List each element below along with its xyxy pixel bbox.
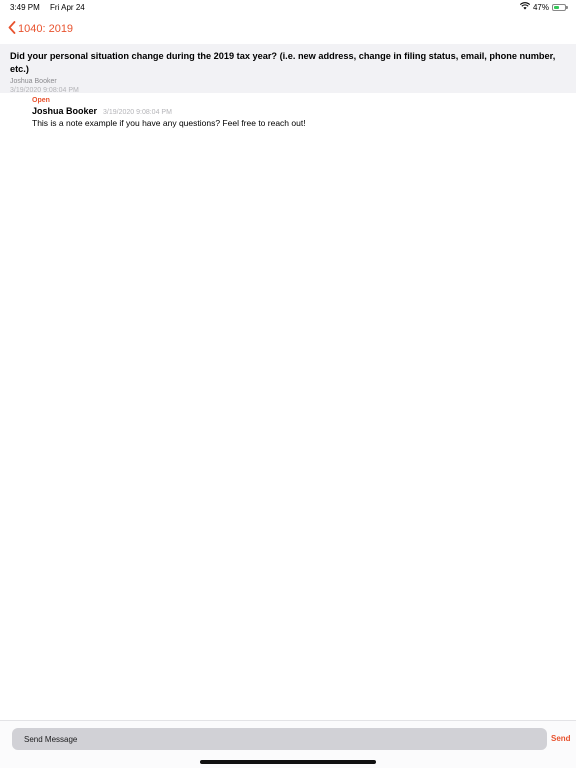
note-status: Open — [32, 97, 50, 104]
back-label: 1040: 2019 — [18, 23, 74, 35]
back-button[interactable]: 1040: 2019 — [8, 21, 73, 37]
status-right: 47% — [519, 2, 568, 12]
note-date: 3/19/2020 9:08:04 PM — [103, 109, 172, 116]
send-button[interactable]: Send — [551, 734, 571, 743]
status-time: 3:49 PM — [10, 2, 40, 12]
question-date: 3/19/2020 9:08:04 PM — [10, 87, 79, 94]
note-author: Joshua Booker — [32, 106, 98, 116]
wifi-icon — [519, 2, 531, 12]
note-body: This is a note example if you have any q… — [32, 118, 306, 128]
nav-bar: 1040: 2019 — [0, 16, 576, 42]
note-item: Open Joshua Booker 3/19/2020 9:08:04 PM … — [32, 97, 552, 128]
status-date: Fri Apr 24 — [50, 2, 85, 12]
status-bar: 3:49 PM Fri Apr 24 47% — [0, 0, 576, 14]
battery-percent: 47% — [532, 2, 549, 12]
question-author: Joshua Booker — [10, 78, 57, 85]
home-indicator — [200, 760, 376, 764]
battery-icon — [552, 3, 568, 11]
screen: 3:49 PM Fri Apr 24 47% 1040: 2019 Did yo… — [0, 0, 576, 768]
question-text: Did your personal situation change durin… — [10, 51, 556, 74]
note-header: Joshua Booker 3/19/2020 9:08:04 PM — [32, 106, 552, 116]
battery-fill — [554, 5, 559, 9]
status-left: 3:49 PM Fri Apr 24 — [10, 3, 93, 12]
question-header: Did your personal situation change durin… — [0, 44, 576, 94]
chevron-left-icon — [8, 21, 18, 37]
message-input[interactable] — [12, 728, 547, 750]
